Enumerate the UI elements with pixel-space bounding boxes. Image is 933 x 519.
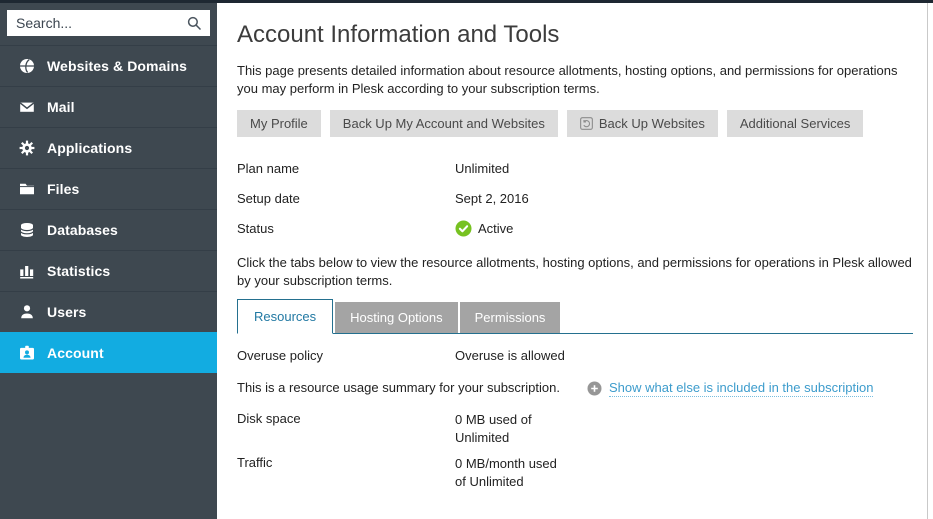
show-subscription-link[interactable]: Show what else is included in the subscr…: [609, 380, 873, 397]
traffic-limit: of Unlimited: [455, 473, 557, 491]
traffic-label: Traffic: [237, 455, 455, 470]
gear-icon: [19, 140, 35, 156]
plan-name-value: Unlimited: [455, 161, 509, 176]
status-badge: Active: [478, 221, 513, 236]
id-card-icon: [19, 345, 35, 361]
plan-name-label: Plan name: [237, 161, 455, 176]
search-input[interactable]: [7, 10, 210, 36]
globe-icon: [19, 58, 35, 74]
tab-resources[interactable]: Resources: [237, 299, 333, 334]
setup-date-value: Sept 2, 2016: [455, 191, 529, 206]
traffic-value: 0 MB/month used of Unlimited: [455, 455, 557, 490]
backup-websites-button[interactable]: Back Up Websites: [567, 110, 718, 137]
mail-icon: [19, 99, 35, 115]
usage-rows: Disk space 0 MB used of Unlimited Traffi…: [237, 411, 913, 490]
plus-icon[interactable]: [587, 381, 602, 396]
tabs-hint: Click the tabs below to view the resourc…: [237, 254, 913, 289]
resources-tab-panel: Overuse policy Overuse is allowed This i…: [237, 348, 913, 490]
status-label: Status: [237, 221, 455, 236]
traffic-used: 0 MB/month used: [455, 455, 557, 473]
sidebar-item-applications[interactable]: Applications: [0, 127, 217, 168]
sidebar-item-statistics[interactable]: Statistics: [0, 250, 217, 291]
sidebar-item-account[interactable]: Account: [0, 332, 217, 373]
plan-info-table: Plan name Unlimited Setup date Sept 2, 2…: [237, 153, 913, 243]
sidebar-item-label: Databases: [47, 222, 118, 238]
sidebar-item-label: Mail: [47, 99, 75, 115]
button-label: Back Up Websites: [599, 116, 705, 131]
resource-summary-row: This is a resource usage summary for you…: [237, 379, 913, 397]
disk-space-used: 0 MB used of: [455, 411, 532, 429]
page-title: Account Information and Tools: [237, 21, 913, 49]
toolbar: My Profile Back Up My Account and Websit…: [237, 110, 913, 137]
additional-services-button[interactable]: Additional Services: [727, 110, 864, 137]
plan-name-row: Plan name Unlimited: [237, 153, 913, 183]
overuse-policy-label: Overuse policy: [237, 348, 455, 363]
sidebar-item-users[interactable]: Users: [0, 291, 217, 332]
overuse-policy-row: Overuse policy Overuse is allowed: [237, 348, 913, 363]
check-icon: [455, 220, 472, 237]
sidebar-item-label: Users: [47, 304, 86, 320]
tab-bar: Resources Hosting Options Permissions: [237, 299, 913, 334]
folder-icon: [19, 181, 35, 197]
sidebar-item-websites-domains[interactable]: Websites & Domains: [0, 45, 217, 86]
sidebar-item-databases[interactable]: Databases: [0, 209, 217, 250]
sidebar-item-label: Applications: [47, 140, 132, 156]
resource-summary-text: This is a resource usage summary for you…: [237, 379, 587, 397]
disk-space-value: 0 MB used of Unlimited: [455, 411, 532, 446]
database-icon: [19, 222, 35, 238]
plesk-window: Websites & Domains Mail: [0, 0, 933, 519]
main-content: Account Information and Tools This page …: [217, 0, 933, 519]
window-right-edge: [927, 3, 933, 519]
disk-space-row: Disk space 0 MB used of Unlimited: [237, 411, 913, 446]
setup-date-row: Setup date Sept 2, 2016: [237, 183, 913, 213]
page-description: This page presents detailed information …: [237, 62, 913, 97]
status-row: Status Active: [237, 213, 913, 243]
user-icon: [19, 304, 35, 320]
sidebar-item-label: Account: [47, 345, 104, 361]
setup-date-label: Setup date: [237, 191, 455, 206]
button-label: Back Up My Account and Websites: [343, 116, 545, 131]
sidebar-item-files[interactable]: Files: [0, 168, 217, 209]
button-label: Additional Services: [740, 116, 851, 131]
button-label: My Profile: [250, 116, 308, 131]
overuse-policy-value: Overuse is allowed: [455, 348, 565, 363]
sidebar: Websites & Domains Mail: [0, 0, 217, 519]
sidebar-item-mail[interactable]: Mail: [0, 86, 217, 127]
traffic-row: Traffic 0 MB/month used of Unlimited: [237, 455, 913, 490]
tab-permissions[interactable]: Permissions: [460, 302, 561, 333]
subscription-link-wrap: Show what else is included in the subscr…: [587, 379, 873, 397]
sidebar-item-label: Websites & Domains: [47, 58, 187, 74]
search-icon[interactable]: [187, 16, 202, 31]
sidebar-search: [0, 0, 217, 45]
bar-chart-icon: [19, 263, 35, 279]
status-value: Active: [455, 220, 513, 237]
sidebar-item-label: Statistics: [47, 263, 110, 279]
my-profile-button[interactable]: My Profile: [237, 110, 321, 137]
top-border-strip: [0, 0, 933, 3]
backup-account-websites-button[interactable]: Back Up My Account and Websites: [330, 110, 558, 137]
tab-hosting-options[interactable]: Hosting Options: [335, 302, 458, 333]
sidebar-nav: Websites & Domains Mail: [0, 45, 217, 373]
disk-space-limit: Unlimited: [455, 429, 532, 447]
sidebar-item-label: Files: [47, 181, 79, 197]
disk-space-label: Disk space: [237, 411, 455, 426]
backup-icon: [580, 117, 593, 130]
